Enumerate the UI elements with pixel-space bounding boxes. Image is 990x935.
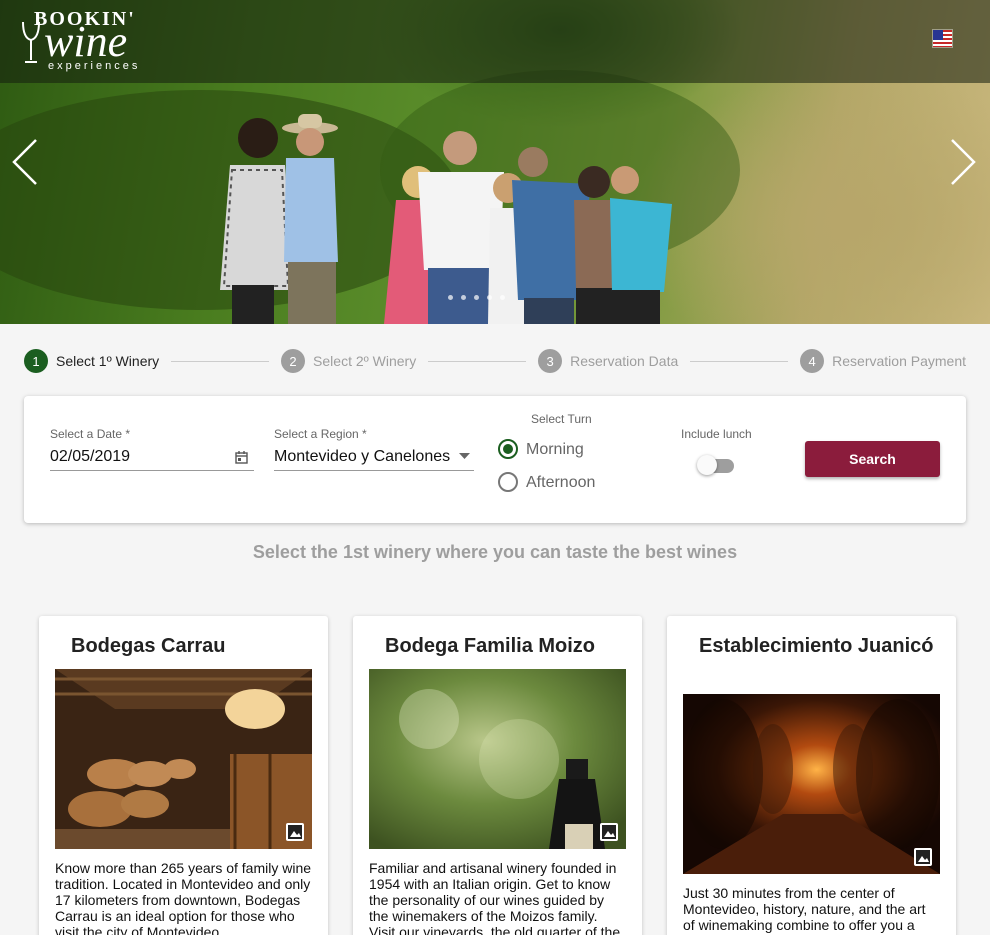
winery-image[interactable] — [55, 669, 312, 849]
carousel-dot[interactable] — [448, 295, 453, 300]
chevron-right-icon[interactable] — [948, 137, 978, 187]
include-lunch-label: Include lunch — [681, 427, 752, 441]
winery-card[interactable]: Bodegas Carrau Know more than 265 years … — [39, 616, 328, 935]
chevron-left-icon[interactable] — [10, 137, 40, 187]
step-2[interactable]: 2 Select 2º Winery — [281, 349, 416, 373]
winery-card[interactable]: Bodega Familia Moizo Familiar and artisa… — [353, 616, 642, 935]
step-connector — [690, 360, 789, 362]
carousel-indicators — [448, 295, 505, 300]
image-icon — [600, 823, 618, 841]
winery-description: Just 30 minutes from the center of Monte… — [683, 885, 926, 933]
date-label: Select a Date * — [50, 427, 131, 441]
brand-logo[interactable]: BOOKIN' wine experiences — [20, 8, 160, 74]
winery-card[interactable]: Establecimiento Juanicó Just 30 minutes … — [667, 616, 956, 935]
step-number: 2 — [281, 349, 306, 373]
region-label: Select a Region * — [274, 427, 367, 441]
step-1[interactable]: 1 Select 1º Winery — [24, 349, 159, 373]
winery-image[interactable] — [369, 669, 626, 849]
logo-text-main: wine — [44, 17, 128, 66]
step-label: Reservation Payment — [832, 353, 966, 369]
image-icon — [914, 848, 932, 866]
radio-afternoon[interactable] — [498, 472, 518, 492]
image-icon — [286, 823, 304, 841]
step-number: 4 — [800, 349, 825, 373]
turn-label: Select Turn — [531, 412, 592, 426]
hero-carousel: BOOKIN' wine experiences — [0, 0, 990, 324]
winery-description: Know more than 265 years of family wine … — [55, 860, 312, 935]
carousel-dot[interactable] — [500, 295, 505, 300]
carousel-dot[interactable] — [474, 295, 479, 300]
winery-name[interactable]: Bodega Familia Moizo — [385, 634, 625, 659]
carousel-dot[interactable] — [461, 295, 466, 300]
winery-name[interactable]: Establecimiento Juanicó — [699, 634, 939, 659]
step-3[interactable]: 3 Reservation Data — [538, 349, 678, 373]
radio-morning-label[interactable]: Morning — [526, 441, 584, 459]
region-select[interactable]: Montevideo y Canelones — [274, 448, 450, 466]
winery-description: Familiar and artisanal winery founded in… — [369, 860, 621, 935]
search-button[interactable]: Search — [805, 441, 940, 477]
chevron-down-icon[interactable] — [459, 453, 470, 459]
step-connector — [428, 360, 527, 362]
step-label: Select 1º Winery — [56, 353, 160, 369]
step-4[interactable]: 4 Reservation Payment — [800, 349, 966, 373]
toggle-knob[interactable] — [697, 455, 717, 475]
step-number: 3 — [538, 349, 563, 373]
step-label: Reservation Data — [570, 353, 679, 369]
radio-afternoon-label[interactable]: Afternoon — [526, 474, 595, 492]
date-underline — [50, 470, 254, 471]
radio-morning[interactable] — [498, 439, 518, 459]
section-headline: Select the 1st winery where you can tast… — [252, 542, 738, 562]
winery-image[interactable] — [683, 694, 940, 874]
step-label: Select 2º Winery — [313, 353, 417, 369]
step-connector — [171, 360, 270, 362]
winery-name[interactable]: Bodegas Carrau — [71, 634, 311, 659]
us-flag-icon[interactable] — [932, 29, 953, 48]
calendar-icon[interactable] — [235, 451, 248, 464]
logo-text-sub: experiences — [48, 60, 141, 72]
date-input[interactable]: 02/05/2019 — [50, 448, 130, 466]
booking-stepper: 1 Select 1º Winery 2 Select 2º Winery 3 … — [24, 348, 966, 374]
step-number: 1 — [24, 349, 48, 373]
search-form: Select a Date * 02/05/2019 Select a Regi… — [24, 396, 966, 523]
carousel-dot[interactable] — [487, 295, 492, 300]
region-underline — [274, 470, 474, 471]
